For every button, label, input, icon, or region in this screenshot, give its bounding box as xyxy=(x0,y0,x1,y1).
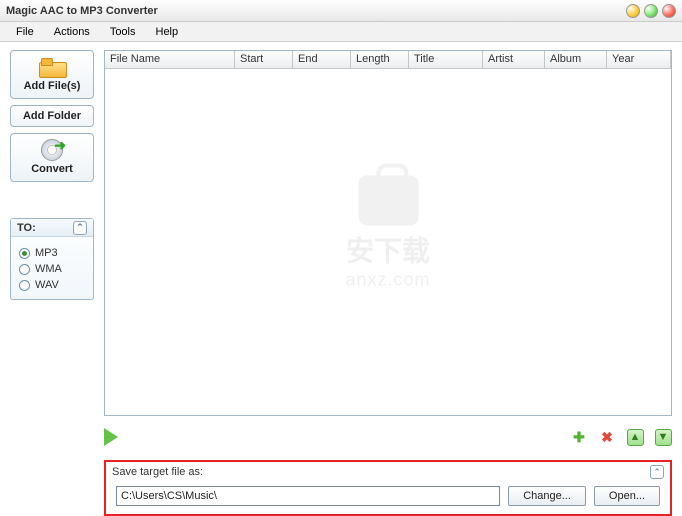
add-files-label: Add File(s) xyxy=(24,80,81,92)
radio-icon xyxy=(19,264,30,275)
to-panel-header: TO: ⌃ xyxy=(11,219,93,237)
move-up-button[interactable]: ▲ xyxy=(626,428,644,446)
menu-file[interactable]: File xyxy=(6,24,44,40)
to-panel-title: TO: xyxy=(17,222,36,234)
radio-icon xyxy=(19,248,30,259)
col-title[interactable]: Title xyxy=(409,51,483,68)
add-folder-label: Add Folder xyxy=(23,110,81,122)
menu-help[interactable]: Help xyxy=(146,24,189,40)
radio-wav-label: WAV xyxy=(35,279,59,291)
titlebar: Magic AAC to MP3 Converter xyxy=(0,0,682,22)
move-down-button[interactable]: ▼ xyxy=(654,428,672,446)
col-album[interactable]: Album xyxy=(545,51,607,68)
radio-mp3-label: MP3 xyxy=(35,247,58,259)
col-start[interactable]: Start xyxy=(235,51,293,68)
folder-open-icon xyxy=(13,57,91,77)
add-folder-button[interactable]: Add Folder xyxy=(10,105,94,127)
column-headers: File Name Start End Length Title Artist … xyxy=(105,51,671,69)
menu-tools[interactable]: Tools xyxy=(100,24,146,40)
arrow-up-icon: ▲ xyxy=(627,429,644,446)
col-artist[interactable]: Artist xyxy=(483,51,545,68)
maximize-button[interactable] xyxy=(644,4,658,18)
convert-disc-icon: ➜ xyxy=(13,140,91,160)
menu-actions[interactable]: Actions xyxy=(44,24,100,40)
radio-wav[interactable]: WAV xyxy=(11,275,93,291)
action-toolbar: ✚ ✖ ▲ ▼ xyxy=(104,422,672,452)
col-end[interactable]: End xyxy=(293,51,351,68)
to-format-panel: TO: ⌃ MP3 WMA WAV xyxy=(10,218,94,300)
chevron-up-icon[interactable]: ⌃ xyxy=(650,465,664,479)
minimize-button[interactable] xyxy=(626,4,640,18)
open-button[interactable]: Open... xyxy=(594,486,660,506)
col-year[interactable]: Year xyxy=(607,51,671,68)
add-item-icon[interactable]: ✚ xyxy=(570,428,588,446)
save-path-input[interactable] xyxy=(116,486,500,506)
watermark: 安下载 anxz.com xyxy=(345,176,430,291)
remove-item-icon[interactable]: ✖ xyxy=(598,428,616,446)
add-files-button[interactable]: Add File(s) xyxy=(10,50,94,99)
convert-label: Convert xyxy=(31,163,73,175)
menubar: File Actions Tools Help xyxy=(0,22,682,42)
radio-icon xyxy=(19,280,30,291)
save-target-label: Save target file as: xyxy=(112,466,203,478)
radio-wma-label: WMA xyxy=(35,263,62,275)
main-content: Add File(s) Add Folder ➜ Convert TO: ⌃ M… xyxy=(0,42,682,416)
close-button[interactable] xyxy=(662,4,676,18)
play-icon[interactable] xyxy=(104,428,118,446)
chevron-up-icon[interactable]: ⌃ xyxy=(73,221,87,235)
save-target-header: Save target file as: ⌃ xyxy=(106,462,670,480)
radio-mp3[interactable]: MP3 xyxy=(11,243,93,259)
save-target-section: Save target file as: ⌃ Change... Open... xyxy=(104,460,672,516)
window-title: Magic AAC to MP3 Converter xyxy=(6,5,622,17)
col-filename[interactable]: File Name xyxy=(105,51,235,68)
left-sidebar: Add File(s) Add Folder ➜ Convert TO: ⌃ M… xyxy=(10,50,94,416)
file-list-area: File Name Start End Length Title Artist … xyxy=(104,50,672,416)
col-length[interactable]: Length xyxy=(351,51,409,68)
file-list[interactable]: File Name Start End Length Title Artist … xyxy=(104,50,672,416)
change-button[interactable]: Change... xyxy=(508,486,586,506)
radio-wma[interactable]: WMA xyxy=(11,259,93,275)
convert-button[interactable]: ➜ Convert xyxy=(10,133,94,182)
arrow-down-icon: ▼ xyxy=(655,429,672,446)
